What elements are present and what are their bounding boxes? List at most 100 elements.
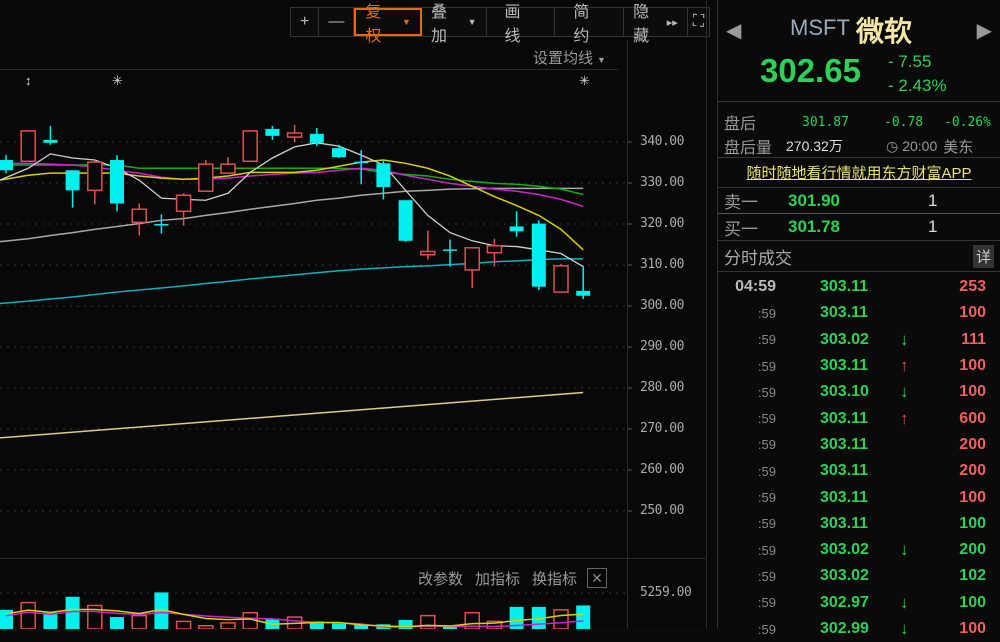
order-book: 卖一 301.90 1 买一 301.78 1 [718,188,1000,240]
price-axis-label: 250.00 [640,503,684,518]
tick-row: :59 303.11 200 [718,458,1000,484]
change-params-button[interactable]: 改参数 [418,568,463,589]
clock-icon: ◷ [886,137,899,154]
tick-row: :59 303.02 ↓ 200 [718,537,1000,563]
tick-volume: 100 [959,304,986,322]
candle-down [332,148,346,158]
divider [706,0,707,629]
tick-time: :59 [757,332,776,348]
close-icon[interactable]: ✕ [587,568,608,588]
quote-panel: ◀ ▶ MSFT 微软 302.65 - 7.55 - 2.43% 盘后 301… [717,0,1000,638]
overlay-label: 叠加 [430,4,447,45]
kline-chart[interactable] [0,0,706,629]
arrow-down-icon: ↓ [900,540,909,560]
ad-text[interactable]: 随时随地看行情就用东方财富APP [746,162,971,183]
tick-price: 302.99 [820,620,869,637]
tick-row: 04:59 303.11 253 [718,274,1000,300]
divider [627,40,628,629]
double-arrow-icon: ▸▸ [666,16,678,29]
tick-time: :59 [757,411,776,427]
tick-price: 303.11 [820,409,869,427]
tick-row: :59 303.11 ↑ 600 [718,405,1000,431]
price-axis-label: 280.00 [640,380,684,395]
tick-row: :59 303.10 ↓ 100 [718,379,1000,405]
tick-volume: 600 [959,409,986,427]
candle-down [576,290,591,296]
candle-down [65,170,80,191]
candle-up [20,130,36,163]
app-ad-link[interactable]: 随时随地看行情就用东方财富APP [718,158,1000,188]
prev-stock-icon[interactable]: ◀ [726,18,741,43]
order-side: 买一 [724,219,758,239]
hide-button[interactable]: 隐藏 ▸▸ [624,4,688,45]
tick-volume: 253 [959,278,986,296]
order-book-row: 买一 301.78 1 [718,214,1000,240]
adjust-dropdown[interactable]: 复权 ▼ [354,4,422,45]
tick-price: 302.97 [820,593,869,611]
after-hours-volume: 270.32万 [786,138,843,154]
simple-button[interactable]: 简约 [555,4,625,45]
tick-price: 303.11 [820,357,869,375]
swap-indicator-button[interactable]: 换指标 [532,568,577,589]
candle-down [154,224,169,226]
arrow-down-icon: ↓ [900,329,909,349]
ticks-list[interactable]: 04:59 303.11 253:59 303.11 100:59 303.02 ↓ 111:… [718,272,1000,642]
tick-volume: 111 [961,330,986,348]
order-volume: 1 [928,190,938,210]
stock-name: 微软 [856,16,913,47]
candle-down [309,133,324,143]
zoom-in-button[interactable]: + [291,8,320,36]
add-indicator-button[interactable]: 加指标 [475,568,520,589]
volume-bar [220,622,236,629]
tick-time: :59 [757,437,776,453]
last-price: 302.65 [760,52,861,89]
overlay-dropdown[interactable]: 叠加 ▼ [422,4,487,45]
ma-settings-label: 设置均线 [533,50,594,67]
price-axis-label: 340.00 [640,134,684,149]
quote-header: ◀ ▶ MSFT 微软 302.65 - 7.55 - 2.43% [718,0,1000,102]
ma-settings-dropdown[interactable]: 设置均线 ▼ [533,47,606,68]
tick-time: :59 [757,384,776,400]
candle-down [509,226,524,232]
timezone: 美东 [943,138,974,156]
tick-volume: 100 [959,488,986,506]
price-axis-label: 330.00 [640,175,684,190]
candle-down [43,139,58,143]
after-hours-label: 盘后 [724,116,757,133]
tick-row: :59 303.11 100 [718,484,1000,510]
ticks-title: 分时成交 [724,248,792,268]
tick-price: 303.11 [820,462,869,480]
next-stock-icon[interactable]: ▶ [977,18,992,43]
tick-row: :59 302.97 ↓ 100 [718,590,1000,616]
price-axis-label: 290.00 [640,339,684,354]
arrow-down-icon: ↓ [900,619,909,638]
price-axis-label: 320.00 [640,216,684,231]
kline-panel[interactable]: + — 复权 ▼ 叠加 ▼ 画线 简约 隐藏 ▸▸ ⛶ 设置均线 ▼ ↕ ✳ ✳ 340… [0,0,710,629]
candle-down [443,249,457,251]
event-marker[interactable]: ✳ [579,73,590,89]
tick-volume: 100 [959,620,986,637]
stock-symbol: MSFT [790,15,850,40]
zoom-out-button[interactable]: — [319,8,355,36]
tick-row: :59 303.02 102 [718,563,1000,589]
change-value: - 7.55 [888,52,932,71]
arrow-up-icon: ↑ [900,356,909,376]
adjust-label: 复权 [365,4,382,45]
tick-time: :59 [757,542,776,558]
tick-price: 303.11 [820,304,869,322]
tick-volume: 200 [959,462,986,480]
event-marker[interactable]: ✳ [112,73,123,89]
tick-price: 303.02 [820,541,869,559]
market-time: 20:00 [902,138,938,154]
arrow-up-icon: ↑ [900,408,909,428]
candle-up [220,163,236,174]
candle-up [131,208,147,224]
volume-bar [175,620,192,629]
tick-volume: 102 [959,567,986,585]
detail-button[interactable]: 详 [972,244,994,268]
change-percent: - 2.43% [888,76,947,95]
candle-down [110,160,124,204]
draw-button[interactable]: 画线 [487,4,556,45]
event-marker[interactable]: ↕ [25,73,32,88]
tick-time: 04:59 [735,278,776,296]
